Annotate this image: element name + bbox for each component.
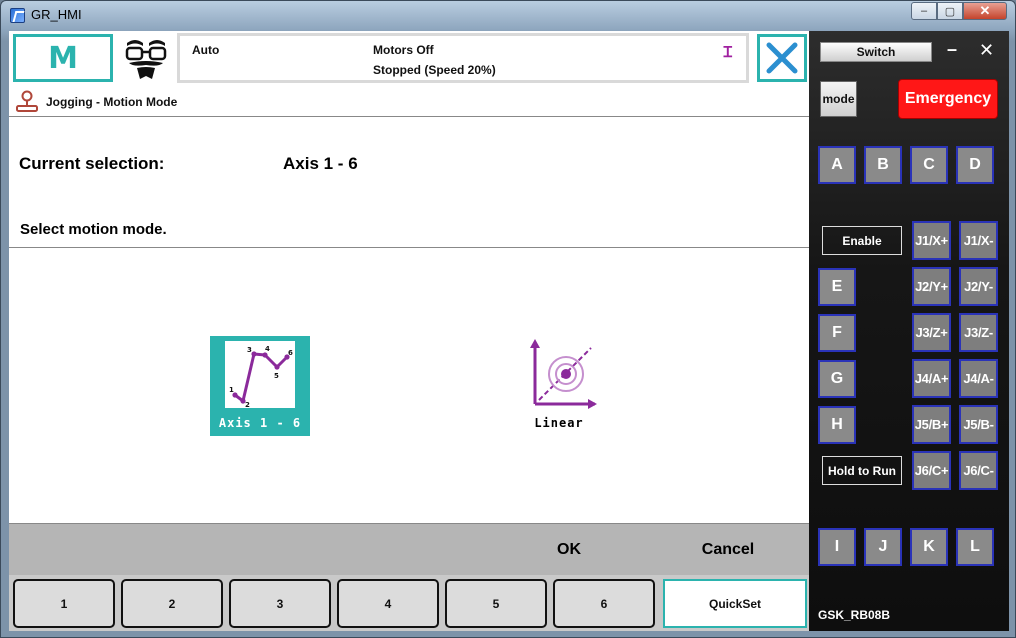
tab-1[interactable]: 1 xyxy=(13,579,115,628)
maximize-button[interactable]: ▢ xyxy=(937,2,963,20)
axis-point-1: 1 xyxy=(229,386,234,394)
teach-pendant-panel: Switch – ✕ mode Emergency A B C D Enable… xyxy=(809,31,1009,631)
window-title: GR_HMI xyxy=(31,7,82,22)
hold-to-run-button[interactable]: Hold to Run xyxy=(822,456,902,485)
axis-path-icon: 1 2 3 4 5 6 xyxy=(225,341,295,408)
tab-4[interactable]: 4 xyxy=(337,579,439,628)
jog-j1-plus[interactable]: J1/X+ xyxy=(912,221,951,260)
key-k[interactable]: K xyxy=(910,528,948,566)
current-selection-label: Current selection: xyxy=(19,154,165,173)
key-a[interactable]: A xyxy=(818,146,856,184)
tab-3[interactable]: 3 xyxy=(229,579,331,628)
jog-j4-minus[interactable]: J4/A- xyxy=(959,359,998,398)
tab-quickset[interactable]: QuickSet xyxy=(663,579,807,628)
axis-point-6: 6 xyxy=(288,349,293,357)
status-indicator-icon: Ɪ xyxy=(723,44,732,61)
status-panel: Auto Motors Off Stopped (Speed 20%) Ɪ xyxy=(177,33,749,83)
title-bar[interactable]: GR_HMI – ▢ ✕ xyxy=(1,1,1015,29)
breadcrumb-label: Jogging - Motion Mode xyxy=(46,95,178,109)
jog-j3-minus[interactable]: J3/Z- xyxy=(959,313,998,352)
axis-mode-label: Axis 1 - 6 xyxy=(218,416,302,430)
jog-j1-minus[interactable]: J1/X- xyxy=(959,221,998,260)
panel-close-button[interactable]: ✕ xyxy=(979,40,994,61)
current-selection-value: Axis 1 - 6 xyxy=(283,154,358,173)
enable-button[interactable]: Enable xyxy=(822,226,902,255)
key-d[interactable]: D xyxy=(956,146,994,184)
linear-axes-icon xyxy=(530,339,597,409)
jog-j6-plus[interactable]: J6/C+ xyxy=(912,451,951,490)
ok-button[interactable]: OK xyxy=(539,541,599,559)
axis-point-4: 4 xyxy=(265,345,270,353)
joystick-icon xyxy=(16,90,38,112)
mode-button[interactable]: mode xyxy=(820,81,857,117)
key-i[interactable]: I xyxy=(818,528,856,566)
axis-point-3: 3 xyxy=(247,346,252,354)
key-b[interactable]: B xyxy=(864,146,902,184)
run-state: Stopped (Speed 20%) xyxy=(373,63,496,77)
jog-j4-plus[interactable]: J4/A+ xyxy=(912,359,951,398)
app-icon xyxy=(10,8,25,23)
close-view-button[interactable] xyxy=(757,34,807,82)
close-button[interactable]: ✕ xyxy=(963,2,1007,20)
key-l[interactable]: L xyxy=(956,528,994,566)
mode-indicator[interactable]: M xyxy=(13,34,113,82)
jog-j5-minus[interactable]: J5/B- xyxy=(959,405,998,444)
client-area: M Auto Motors Off Stopped (Speed 20%) Ɪ xyxy=(9,31,1009,631)
switch-button[interactable]: Switch xyxy=(820,42,932,62)
key-j[interactable]: J xyxy=(864,528,902,566)
breadcrumb: Jogging - Motion Mode xyxy=(9,87,809,117)
tab-2[interactable]: 2 xyxy=(121,579,223,628)
panel-minimize-button[interactable]: – xyxy=(947,39,957,60)
header: M Auto Motors Off Stopped (Speed 20%) Ɪ xyxy=(9,31,809,85)
axis-point-2: 2 xyxy=(245,401,250,408)
linear-mode-label: Linear xyxy=(534,416,584,430)
bottom-tab-bar: 1 2 3 4 5 6 QuickSet xyxy=(9,575,809,631)
app-window: GR_HMI – ▢ ✕ M Auto Motors Off Stopped (… xyxy=(0,0,1016,638)
jog-j2-plus[interactable]: J2/Y+ xyxy=(912,267,951,306)
operating-mode: Auto xyxy=(192,43,220,57)
key-h[interactable]: H xyxy=(818,406,856,444)
motion-mode-prompt: Select motion mode. xyxy=(20,221,167,238)
key-e[interactable]: E xyxy=(818,268,856,306)
minimize-button[interactable]: – xyxy=(911,2,937,20)
dialog-action-bar: OK Cancel xyxy=(9,523,809,575)
key-g[interactable]: G xyxy=(818,360,856,398)
close-icon xyxy=(766,42,798,74)
selection-area: Current selection: Axis 1 - 6 Select mot… xyxy=(9,118,809,248)
mode-letter: M xyxy=(48,40,78,76)
jog-j6-minus[interactable]: J6/C- xyxy=(959,451,998,490)
operator-face-icon xyxy=(125,40,167,79)
linear-mode-button[interactable]: Linear xyxy=(509,336,609,436)
key-c[interactable]: C xyxy=(910,146,948,184)
motion-mode-options: 1 2 3 4 5 6 Axis 1 - 6 Linear xyxy=(9,249,809,523)
axis-mode-button[interactable]: 1 2 3 4 5 6 Axis 1 - 6 xyxy=(210,336,310,436)
axis-point-5: 5 xyxy=(274,372,279,380)
tab-5[interactable]: 5 xyxy=(445,579,547,628)
jog-j5-plus[interactable]: J5/B+ xyxy=(912,405,951,444)
key-f[interactable]: F xyxy=(818,314,856,352)
motors-status: Motors Off xyxy=(373,43,434,57)
jog-j3-plus[interactable]: J3/Z+ xyxy=(912,313,951,352)
emergency-button[interactable]: Emergency xyxy=(898,79,998,119)
robot-model-label: GSK_RB08B xyxy=(818,608,891,622)
tab-6[interactable]: 6 xyxy=(553,579,655,628)
jog-j2-minus[interactable]: J2/Y- xyxy=(959,267,998,306)
window-controls: – ▢ ✕ xyxy=(911,2,1007,20)
cancel-button[interactable]: Cancel xyxy=(688,541,768,559)
